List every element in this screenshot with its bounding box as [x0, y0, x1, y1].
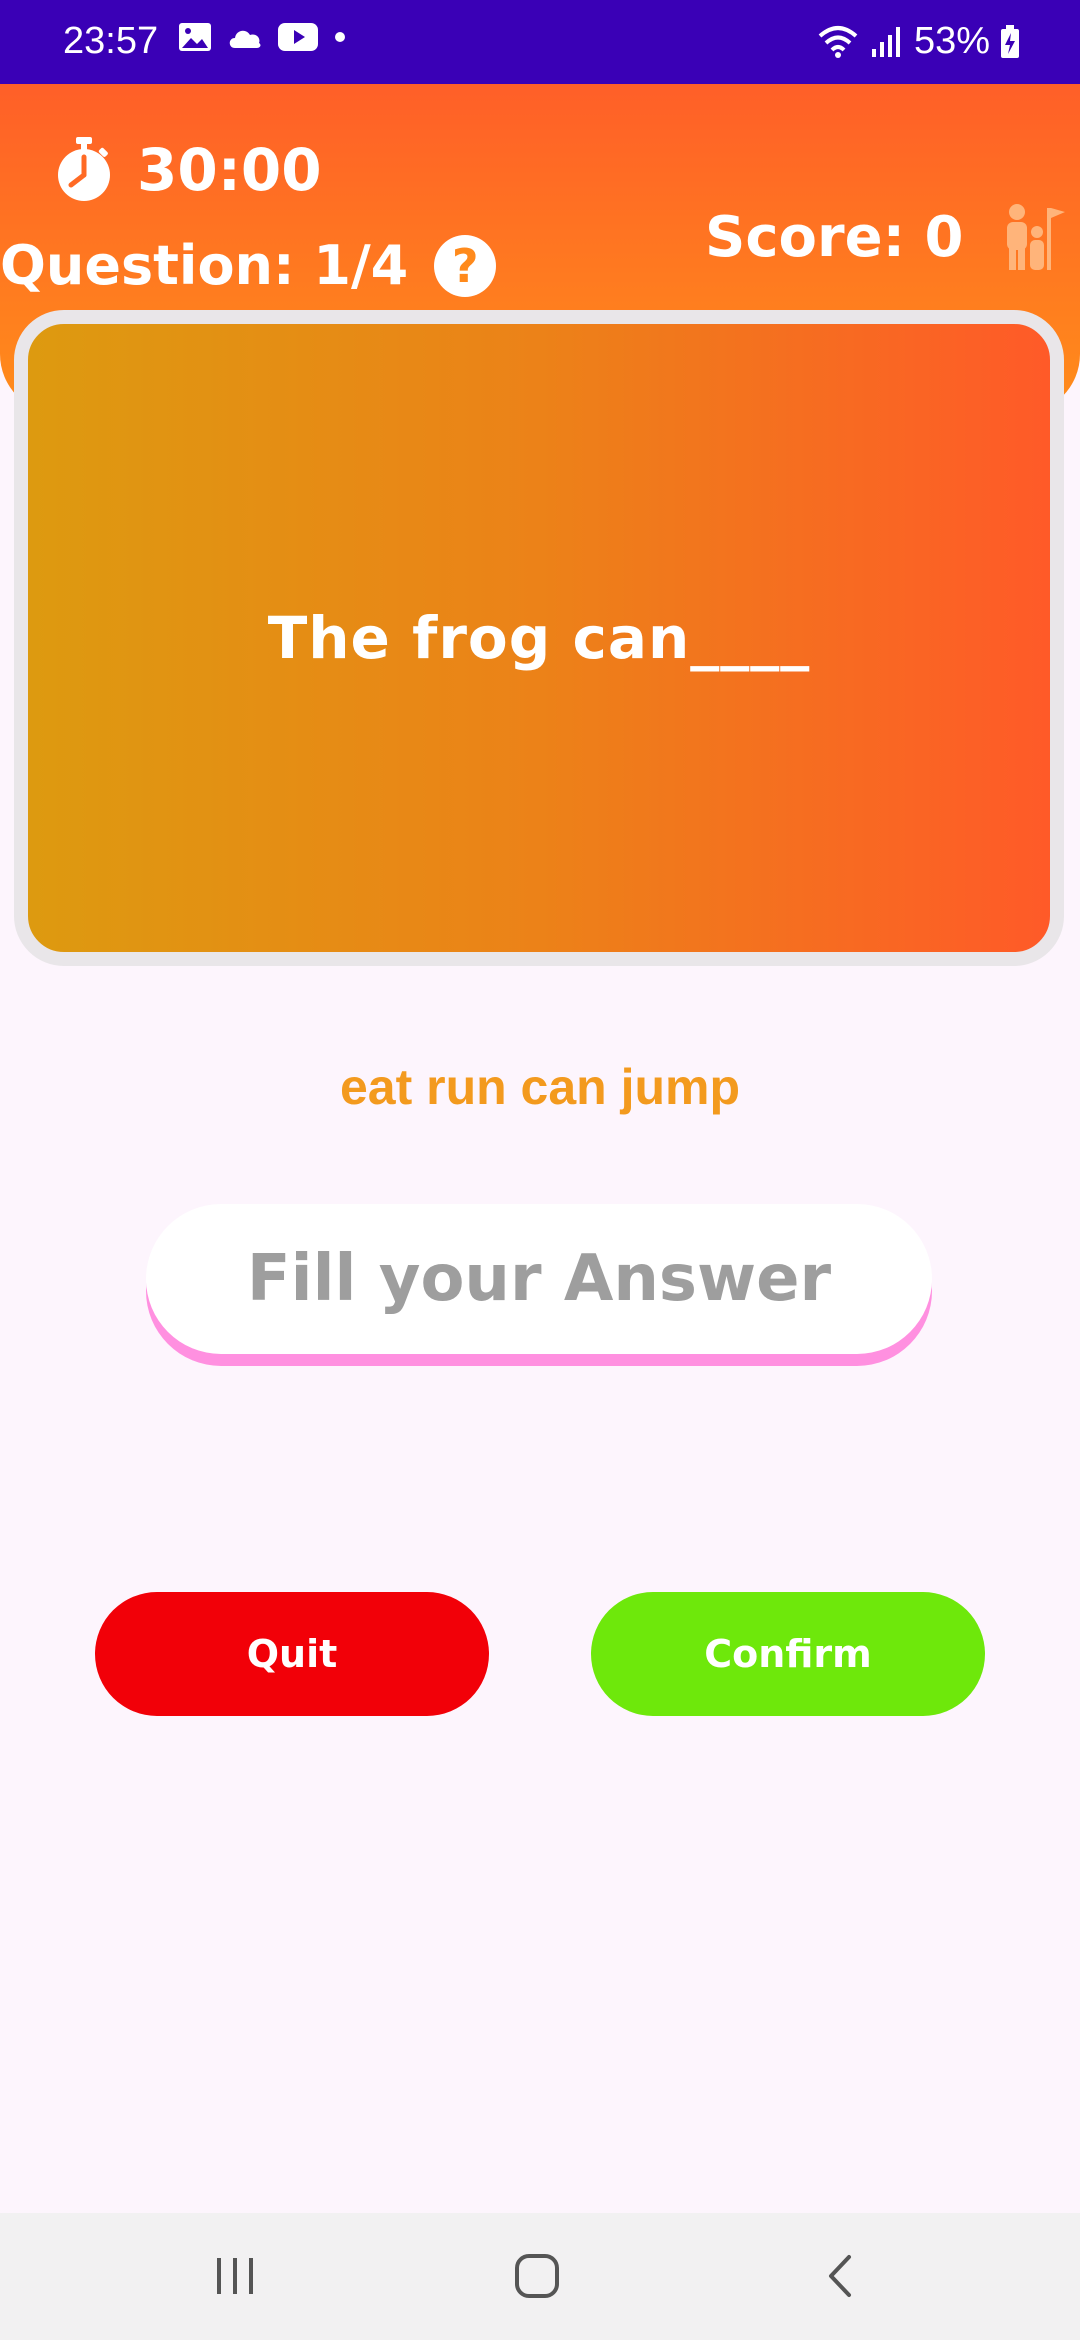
youtube-icon [278, 23, 318, 51]
back-button[interactable] [790, 2241, 890, 2311]
question-text: The frog can____ [267, 604, 811, 672]
navigation-bar [0, 2213, 1080, 2340]
question-card: The frog can____ [14, 310, 1064, 966]
question-counter: Question: 1/4 ? [0, 234, 497, 297]
confirm-button[interactable]: Confirm [591, 1592, 985, 1716]
status-bar: 23:57 53% [0, 0, 1080, 84]
score-label: Score: 0 [705, 204, 964, 270]
timer-value: 30:00 [137, 136, 322, 204]
status-left-icons [178, 22, 348, 52]
dot-icon [335, 32, 345, 42]
score: Score: 0 [705, 202, 1066, 272]
help-icon[interactable]: ? [434, 234, 497, 297]
timer: 30:00 [55, 136, 322, 204]
home-button[interactable] [487, 2241, 587, 2311]
recents-icon [217, 2258, 253, 2294]
cloud-icon [229, 30, 261, 48]
status-right: 53% [816, 20, 1020, 63]
recents-button[interactable] [185, 2241, 285, 2311]
battery-charging-icon [1001, 24, 1019, 58]
image-icon [179, 23, 211, 51]
home-icon [515, 2254, 559, 2298]
word-options: eat run can jump [339, 1059, 741, 1115]
answer-input[interactable] [146, 1204, 932, 1354]
stopwatch-icon [58, 137, 110, 201]
family-icon[interactable] [999, 202, 1066, 272]
quit-button[interactable]: Quit [95, 1592, 489, 1716]
battery-percent: 53% [913, 20, 990, 62]
back-icon [829, 2255, 851, 2297]
question-label: Question: 1/4 [0, 234, 409, 297]
signal-icon [871, 26, 900, 57]
status-time: 23:57 [63, 20, 159, 62]
wifi-icon [818, 25, 858, 58]
